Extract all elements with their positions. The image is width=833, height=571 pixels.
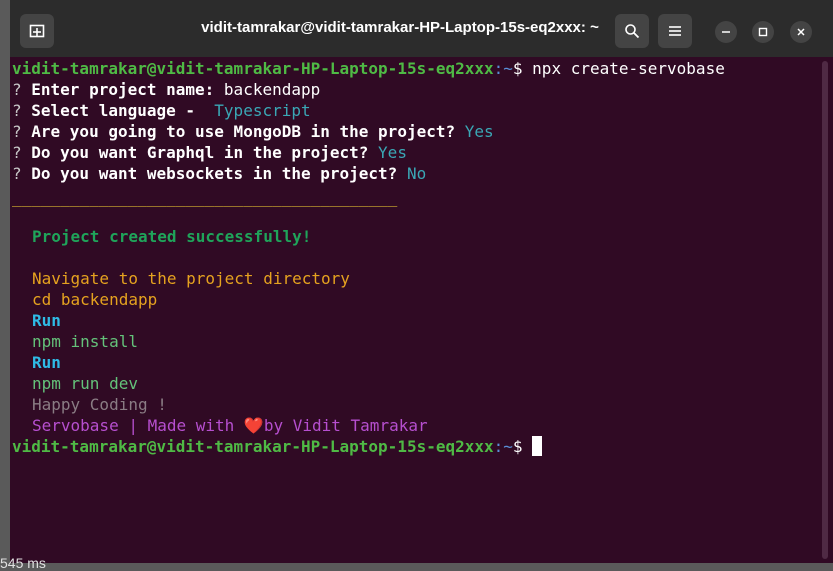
question-mark: ?	[12, 101, 32, 120]
prompt-path: :~	[493, 59, 513, 78]
question-project-name: ? Enter project name: backendapp	[12, 79, 320, 100]
made-prefix: Servobase | Made with	[32, 416, 244, 435]
question-mark: ?	[12, 164, 32, 183]
answer-value: Yes	[378, 143, 407, 162]
active-prompt-line[interactable]: vidit-tamrakar@vidit-tamrakar-HP-Laptop-…	[12, 436, 543, 457]
scrollbar-thumb[interactable]	[822, 61, 828, 559]
terminal-window: vidit-tamrakar@vidit-tamrakar-HP-Laptop-…	[10, 0, 833, 563]
question-language: ? Select language - Typescript	[12, 100, 311, 121]
cd-command: cd backendapp	[32, 290, 158, 309]
question-websockets: ? Do you want websockets in the project?…	[12, 163, 426, 184]
prompt-user: vidit-tamrakar@vidit-tamrakar-HP-Laptop-…	[12, 437, 494, 456]
minimize-button[interactable]	[715, 21, 737, 43]
background-status-text: 545 ms	[0, 555, 46, 571]
prompt-symbol: $	[512, 437, 533, 456]
new-tab-button[interactable]	[20, 14, 54, 48]
terminal-output[interactable]: vidit-tamrakar@vidit-tamrakar-HP-Laptop-…	[10, 57, 818, 563]
menu-icon	[669, 26, 681, 36]
question-mark: ?	[12, 122, 32, 141]
success-message: Project created successfully!	[32, 227, 312, 246]
answer-value: Typescript	[204, 101, 311, 120]
command-text: npx create-servobase	[532, 59, 725, 78]
answer-value: No	[406, 164, 427, 183]
answer-value: backendapp	[223, 80, 321, 99]
maximize-icon	[758, 27, 768, 37]
minimize-icon	[722, 31, 730, 33]
made-suffix: by Vidit Tamrakar	[263, 416, 428, 435]
question-label: Do you want Graphql in the project?	[31, 143, 379, 162]
question-label: Enter project name:	[31, 80, 224, 99]
run-label-2: Run	[32, 353, 61, 372]
window-title: vidit-tamrakar@vidit-tamrakar-HP-Laptop-…	[201, 19, 599, 36]
search-button[interactable]	[615, 14, 649, 48]
happy-coding-message: Happy Coding !	[32, 395, 167, 414]
prompt-symbol: $	[512, 59, 533, 78]
question-mark: ?	[12, 80, 32, 99]
heart-icon: ❤️	[243, 416, 264, 435]
menu-button[interactable]	[658, 14, 692, 48]
question-label: Select language -	[31, 101, 205, 120]
close-icon	[797, 28, 805, 36]
question-label: Do you want websockets in the project?	[31, 164, 407, 183]
question-graphql: ? Do you want Graphql in the project? Ye…	[12, 142, 407, 163]
dev-command: npm run dev	[32, 374, 138, 393]
title-bar: vidit-tamrakar@vidit-tamrakar-HP-Laptop-…	[10, 0, 833, 57]
prompt-path: :~	[493, 437, 513, 456]
question-mark: ?	[12, 143, 32, 162]
answer-value: Yes	[464, 122, 494, 141]
made-with-message: Servobase | Made with ❤️by Vidit Tamraka…	[12, 415, 428, 436]
close-button[interactable]	[790, 21, 812, 43]
new-tab-icon	[29, 24, 45, 38]
terminal-scrollbar[interactable]	[818, 57, 833, 563]
question-mongodb: ? Are you going to use MongoDB in the pr…	[12, 121, 494, 142]
text-cursor	[532, 436, 543, 456]
command-line: vidit-tamrakar@vidit-tamrakar-HP-Laptop-…	[12, 58, 725, 79]
maximize-button[interactable]	[752, 21, 774, 43]
run-label-1: Run	[32, 311, 61, 330]
search-icon	[625, 24, 640, 39]
question-label: Are you going to use MongoDB in the proj…	[31, 122, 465, 141]
install-command: npm install	[32, 332, 138, 351]
separator-line: ________________________________________	[12, 188, 398, 207]
navigate-message: Navigate to the project directory	[32, 269, 350, 288]
prompt-user: vidit-tamrakar@vidit-tamrakar-HP-Laptop-…	[12, 59, 494, 78]
